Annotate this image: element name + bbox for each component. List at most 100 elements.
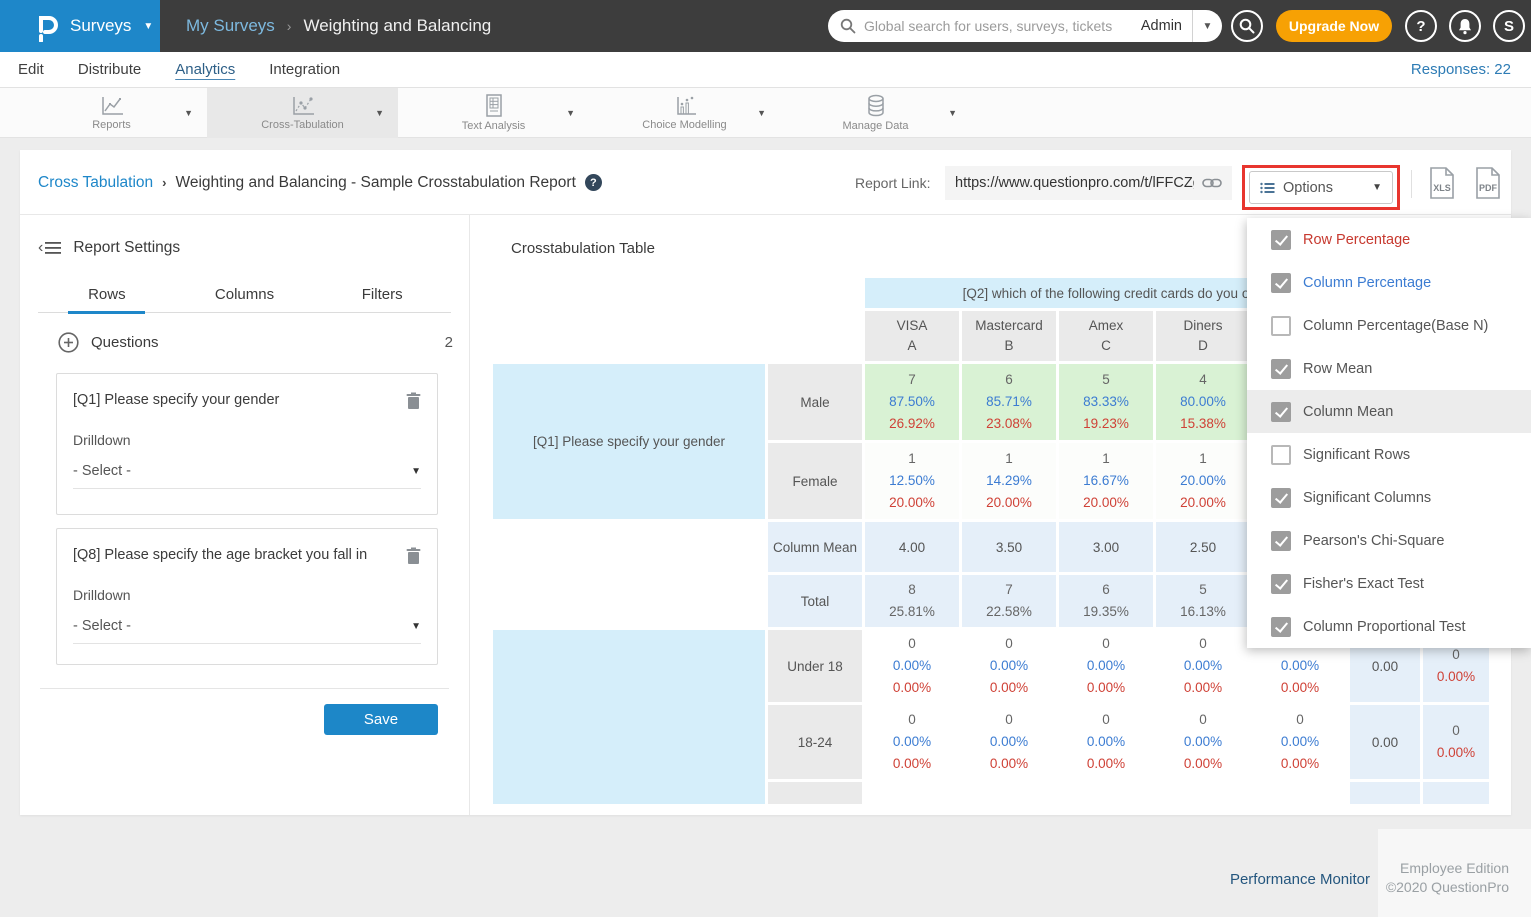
checkbox-checked[interactable] — [1271, 531, 1291, 551]
crosstab-cell-line: 83.33% — [1059, 391, 1153, 413]
tab-filters[interactable]: Filters — [313, 277, 451, 312]
panel-header: ‹ Report Settings — [38, 239, 180, 257]
question-card-q1: [Q1] Please specify your gender Drilldow… — [56, 373, 438, 515]
crosstab-spacer — [493, 575, 765, 627]
product-switcher[interactable]: Surveys ▼ — [0, 0, 160, 52]
trash-icon[interactable] — [406, 547, 421, 565]
options-menu-item-label: Row Mean — [1303, 361, 1372, 377]
pdf-export-icon[interactable]: PDF — [1473, 166, 1503, 200]
chevron-down-icon[interactable]: ▼ — [375, 108, 384, 118]
chevron-down-icon[interactable]: ▼ — [566, 108, 575, 118]
toolbar-item-cross-tabulation[interactable]: Cross-Tabulation ▼ — [207, 88, 398, 138]
col-name: VISA — [865, 316, 959, 336]
breadcrumb-my-surveys[interactable]: My Surveys — [186, 16, 275, 36]
toolbar-item-manage-data[interactable]: Manage Data ▼ — [780, 88, 971, 138]
user-avatar[interactable]: S — [1493, 10, 1525, 42]
toolbar-item-reports[interactable]: Reports ▼ — [16, 88, 207, 138]
cross-tabulation-link[interactable]: Cross Tabulation — [38, 174, 153, 192]
link-icon[interactable] — [1202, 176, 1222, 190]
options-menu-item[interactable]: Row Mean — [1247, 347, 1531, 390]
crosstab-value-cell — [865, 782, 959, 804]
checkbox-checked[interactable] — [1271, 273, 1291, 293]
options-menu-item[interactable]: Column Percentage(Base N) — [1247, 304, 1531, 347]
line-chart-icon — [99, 95, 125, 117]
toolbar-item-choice-modelling[interactable]: Choice Modelling ▼ — [589, 88, 780, 138]
options-menu-item[interactable]: Column Proportional Test — [1247, 605, 1531, 648]
crosstab-cell-line: 4 — [1156, 369, 1250, 391]
tab-rows[interactable]: Rows — [38, 277, 176, 312]
crosstab-cell-line: 14.29% — [962, 470, 1056, 492]
crosstab-corner — [493, 278, 862, 308]
performance-monitor-link[interactable]: Performance Monitor — [1230, 871, 1370, 888]
options-menu-item-label: Fisher's Exact Test — [1303, 576, 1424, 592]
options-menu-item[interactable]: Row Percentage — [1247, 218, 1531, 261]
crosstab-cell-line: 0.00% — [1059, 731, 1153, 753]
crosstab-row-label — [768, 782, 862, 804]
crosstab-value-cell: 480.00%15.38% — [1156, 364, 1250, 440]
collapse-panel-icon[interactable]: ‹ — [38, 241, 61, 255]
search-submit-button[interactable] — [1231, 10, 1263, 42]
notifications-button[interactable] — [1449, 10, 1481, 42]
tab-integration[interactable]: Integration — [269, 61, 340, 78]
report-url[interactable]: https://www.questionpro.com/t/lFFCZg — [955, 175, 1194, 191]
crosstab-rowmean-cell: 0.00 — [1350, 705, 1420, 779]
options-menu-item[interactable]: Significant Columns — [1247, 476, 1531, 519]
help-icon[interactable]: ? — [585, 174, 602, 191]
toolbar-item-text-analysis[interactable]: Text Analysis ▼ — [398, 88, 589, 138]
tab-columns[interactable]: Columns — [176, 277, 314, 312]
drilldown-select-value: - Select - — [73, 618, 411, 634]
crosstab-cell-line: 1 — [1156, 448, 1250, 470]
crosstab-cell-line: 16.67% — [1059, 470, 1153, 492]
drilldown-label: Drilldown — [73, 432, 421, 448]
xls-export-icon[interactable]: XLS — [1427, 166, 1457, 200]
checkbox-checked[interactable] — [1271, 488, 1291, 508]
crosstab-total-value: 825.81% — [865, 575, 959, 627]
drilldown-select[interactable]: - Select - ▼ — [73, 463, 421, 489]
trash-icon[interactable] — [406, 392, 421, 410]
crosstab-cell-line: 0.00% — [1253, 731, 1347, 753]
report-breadcrumb: Cross Tabulation › Weighting and Balanci… — [38, 150, 602, 215]
options-menu-item[interactable]: Column Percentage — [1247, 261, 1531, 304]
checkbox-checked[interactable] — [1271, 617, 1291, 637]
search-scope-admin[interactable]: Admin — [1141, 18, 1182, 34]
chevron-down-icon[interactable]: ▼ — [757, 108, 766, 118]
options-menu-item[interactable]: Significant Rows — [1247, 433, 1531, 476]
crosstab-col-header: MastercardB — [962, 311, 1056, 361]
search-input[interactable] — [864, 18, 1141, 34]
options-button[interactable]: Options ▼ — [1249, 171, 1393, 204]
tab-edit[interactable]: Edit — [18, 61, 44, 78]
checkbox-checked[interactable] — [1271, 574, 1291, 594]
add-question-icon[interactable] — [58, 332, 79, 353]
tab-distribute[interactable]: Distribute — [78, 61, 141, 78]
crosstab-cell-line: 0.00% — [1059, 677, 1153, 699]
search-scope-dropdown[interactable]: ▼ — [1192, 10, 1222, 42]
checkbox-checked[interactable] — [1271, 359, 1291, 379]
crosstab-cell-line: 0.00% — [865, 677, 959, 699]
checkbox-checked[interactable] — [1271, 402, 1291, 422]
crosstab-value-cell — [962, 782, 1056, 804]
checkbox-checked[interactable] — [1271, 230, 1291, 250]
checkbox-unchecked[interactable] — [1271, 316, 1291, 336]
checkbox-unchecked[interactable] — [1271, 445, 1291, 465]
chevron-down-icon[interactable]: ▼ — [948, 108, 957, 118]
report-url-field[interactable]: https://www.questionpro.com/t/lFFCZg — [945, 166, 1232, 200]
options-menu-item[interactable]: Fisher's Exact Test — [1247, 562, 1531, 605]
tab-analytics[interactable]: Analytics — [175, 61, 235, 78]
questions-label: Questions — [91, 334, 433, 351]
help-button[interactable]: ? — [1405, 10, 1437, 42]
chevron-down-icon[interactable]: ▼ — [184, 108, 193, 118]
save-button[interactable]: Save — [324, 704, 438, 735]
avatar-initial: S — [1504, 18, 1514, 35]
options-menu-item[interactable]: Pearson's Chi-Square — [1247, 519, 1531, 562]
upgrade-now-button[interactable]: Upgrade Now — [1276, 10, 1392, 42]
crosstab-total-label: Total — [768, 575, 862, 627]
crosstab-cell-line: 0.00% — [865, 731, 959, 753]
crosstab-cell-line: 0.00% — [1156, 731, 1250, 753]
question-text: [Q1] Please specify your gender — [73, 392, 406, 408]
options-menu-item[interactable]: Column Mean — [1247, 390, 1531, 433]
crosstab-cell-line: 19.23% — [1059, 413, 1153, 435]
crosstab-cell-line: 19.35% — [1059, 601, 1153, 623]
report-settings-panel: ‹ Report Settings Rows Columns Filters — [20, 215, 470, 815]
crosstab-value-cell: 00.00%0.00% — [1156, 630, 1250, 702]
drilldown-select[interactable]: - Select - ▼ — [73, 618, 421, 644]
